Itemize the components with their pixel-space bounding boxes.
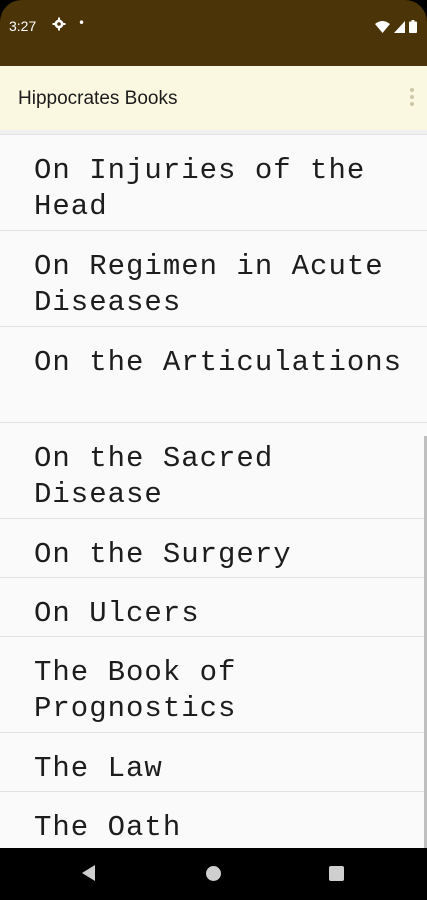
status-time: 3:27 (9, 18, 37, 34)
book-list[interactable]: On Injuries of the Head On Regimen in Ac… (0, 130, 427, 848)
back-icon[interactable] (82, 865, 95, 881)
book-item[interactable]: On the Articulations (0, 327, 427, 423)
home-icon[interactable] (206, 866, 221, 881)
app-bar: Hippocrates Books (0, 66, 427, 130)
book-item[interactable]: On Injuries of the Head (0, 135, 427, 231)
book-item[interactable]: On Regimen in Acute Diseases (0, 231, 427, 327)
gear-icon (52, 17, 66, 35)
notification-dot: • (78, 16, 86, 30)
page-title: Hippocrates Books (18, 88, 178, 109)
book-item[interactable]: The Oath (0, 792, 427, 848)
wifi-icon (375, 18, 390, 37)
book-item[interactable]: The Book of Prognostics (0, 637, 427, 733)
navigation-bar (0, 848, 427, 900)
status-bar: 3:27 • (0, 0, 427, 66)
signal-icon (394, 18, 405, 37)
status-icons (375, 18, 417, 37)
book-item[interactable]: On the Sacred Disease (0, 423, 427, 519)
battery-icon (409, 18, 417, 37)
overflow-menu-icon[interactable] (409, 88, 415, 110)
book-item[interactable]: On the Surgery (0, 519, 427, 578)
recents-icon[interactable] (329, 866, 344, 881)
book-item[interactable]: The Law (0, 733, 427, 792)
book-item[interactable]: On Ulcers (0, 578, 427, 637)
